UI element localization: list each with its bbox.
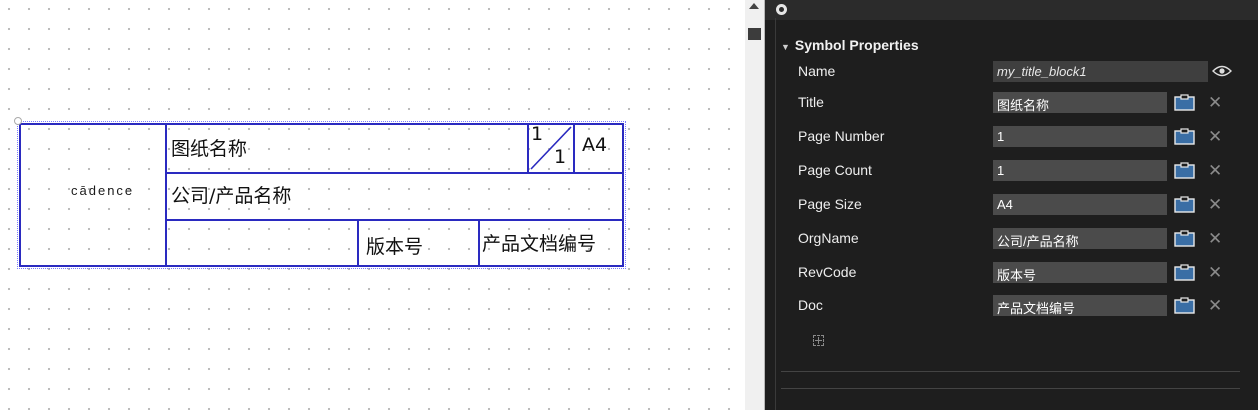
divider xyxy=(573,125,575,172)
property-label: Page Number xyxy=(798,128,885,144)
divider xyxy=(165,172,622,174)
org-name: 公司/产品名称 xyxy=(171,185,292,207)
close-icon[interactable]: ✕ xyxy=(1208,162,1222,179)
property-label: Name xyxy=(798,63,836,79)
property-row-name: Name my_title_block1 xyxy=(765,61,1258,83)
eye-icon[interactable] xyxy=(1212,64,1232,78)
clipboard-icon[interactable] xyxy=(1174,230,1195,247)
property-row-page-number: Page Number 1 ✕ xyxy=(765,126,1258,148)
page-size-field[interactable]: A4 xyxy=(993,194,1167,215)
scrollbar-thumb[interactable] xyxy=(748,28,761,40)
orgname-field[interactable]: 公司/产品名称 xyxy=(993,228,1167,249)
clipboard-icon[interactable] xyxy=(1174,264,1195,281)
section-title: Symbol Properties xyxy=(794,37,919,53)
property-label: Page Size xyxy=(798,196,862,212)
scroll-up-arrow-icon[interactable] xyxy=(749,3,759,9)
properties-panel: ▼ Symbol Properties Name my_title_block1… xyxy=(765,0,1258,410)
divider xyxy=(357,219,359,265)
property-label: OrgName xyxy=(798,230,859,246)
page-number-field[interactable]: 1 xyxy=(993,126,1167,147)
property-row-page-size: Page Size A4 ✕ xyxy=(765,194,1258,216)
close-icon[interactable]: ✕ xyxy=(1208,230,1222,247)
property-row-doc: Doc 产品文档编号 ✕ xyxy=(765,295,1258,317)
page-size: A4 xyxy=(582,134,608,156)
add-property-icon[interactable] xyxy=(813,335,824,346)
page-number: 1 xyxy=(531,123,544,145)
title-block[interactable]: cādence 图纸名称 1 1 A4 公司/产品名称 版本号 产品文档编号 xyxy=(14,117,626,269)
rev-code: 版本号 xyxy=(366,236,424,258)
property-label: RevCode xyxy=(798,264,857,280)
divider xyxy=(165,125,167,265)
symbol-properties-header[interactable]: ▼ Symbol Properties xyxy=(781,36,919,54)
properties-icon[interactable] xyxy=(776,4,787,15)
divider xyxy=(165,219,622,221)
origin-handle[interactable] xyxy=(14,117,22,125)
close-icon[interactable]: ✕ xyxy=(1208,196,1222,213)
page-count-field[interactable]: 1 xyxy=(993,160,1167,181)
clipboard-icon[interactable] xyxy=(1174,162,1195,179)
property-label: Doc xyxy=(798,297,823,313)
schematic-canvas[interactable]: cādence 图纸名称 1 1 A4 公司/产品名称 版本号 产品文档编号 xyxy=(0,0,745,410)
clipboard-icon[interactable] xyxy=(1174,128,1195,145)
property-label: Page Count xyxy=(798,162,872,178)
doc-number: 产品文档编号 xyxy=(482,233,597,255)
property-label: Title xyxy=(798,94,824,110)
clipboard-icon[interactable] xyxy=(1174,94,1195,111)
property-row-orgname: OrgName 公司/产品名称 ✕ xyxy=(765,228,1258,250)
property-row-revcode: RevCode 版本号 ✕ xyxy=(765,262,1258,284)
close-icon[interactable]: ✕ xyxy=(1208,264,1222,281)
close-icon[interactable]: ✕ xyxy=(1208,128,1222,145)
divider xyxy=(478,219,480,265)
clipboard-icon[interactable] xyxy=(1174,297,1195,314)
divider xyxy=(781,371,1240,372)
clipboard-icon[interactable] xyxy=(1174,196,1195,213)
title-field[interactable]: 图纸名称 xyxy=(993,92,1167,113)
property-row-title: Title 图纸名称 ✕ xyxy=(765,92,1258,114)
property-row-page-count: Page Count 1 ✕ xyxy=(765,160,1258,182)
revcode-field[interactable]: 版本号 xyxy=(993,262,1167,283)
cadence-logo: cādence xyxy=(71,183,135,198)
divider xyxy=(781,388,1240,389)
close-icon[interactable]: ✕ xyxy=(1208,94,1222,111)
panel-splitter[interactable] xyxy=(745,0,765,410)
close-icon[interactable]: ✕ xyxy=(1208,297,1222,314)
doc-field[interactable]: 产品文档编号 xyxy=(993,295,1167,316)
panel-toolbar xyxy=(765,0,1258,20)
drawing-title: 图纸名称 xyxy=(171,138,248,160)
name-field[interactable]: my_title_block1 xyxy=(993,61,1208,82)
chevron-down-icon[interactable]: ▼ xyxy=(781,42,790,52)
page-count: 1 xyxy=(554,146,567,168)
